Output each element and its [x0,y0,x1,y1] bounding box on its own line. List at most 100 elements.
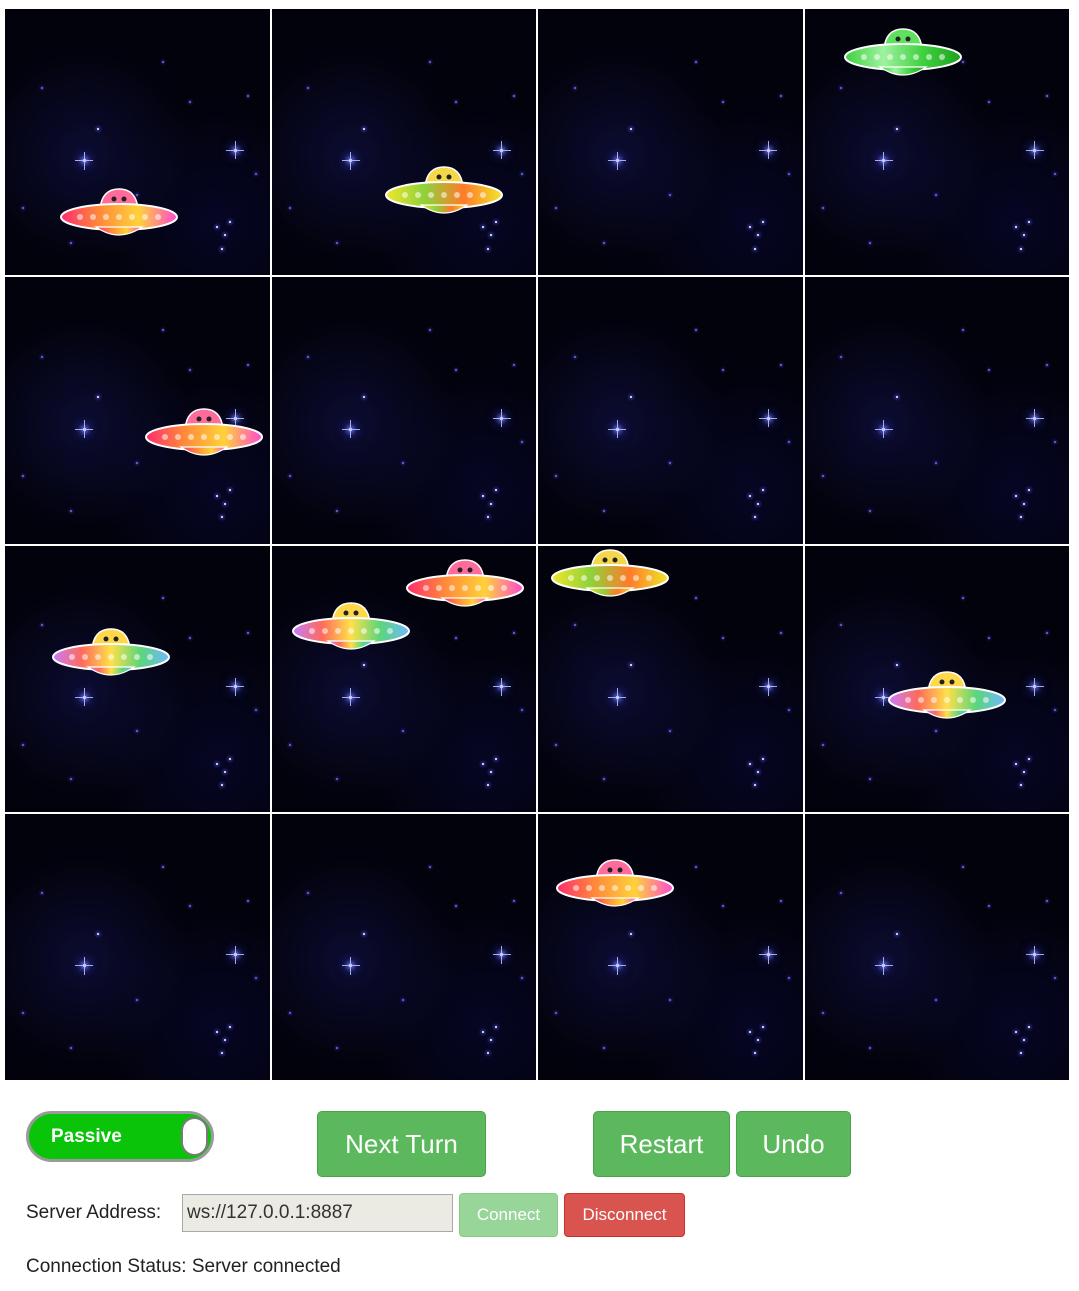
star [840,892,843,895]
board-cell[interactable] [5,9,270,276]
star [492,945,511,964]
board-cell[interactable] [271,813,536,1080]
connect-button[interactable]: Connect [459,1193,558,1237]
star [513,95,516,98]
star [695,329,698,331]
ufo-yellow-icon[interactable] [549,546,671,606]
ufo-yellow-icon[interactable] [383,163,505,223]
star [1046,363,1049,366]
star [487,247,490,250]
mode-toggle[interactable]: Passive [26,1111,214,1162]
star [188,368,191,371]
board-cell[interactable] [271,277,536,544]
star [1046,631,1049,634]
star [629,396,632,399]
undo-button[interactable]: Undo [736,1111,851,1177]
star [188,905,191,908]
star [482,762,485,765]
ufo-red-icon[interactable] [404,556,526,616]
disconnect-button[interactable]: Disconnect [564,1193,685,1237]
star [135,730,138,733]
star [753,784,756,787]
star [573,87,576,90]
board-cell[interactable] [804,813,1069,1080]
board-cell[interactable] [538,545,803,812]
star [521,440,524,443]
star [223,502,226,505]
star [223,1039,226,1042]
star [341,151,360,170]
star [521,977,524,980]
star [896,664,899,667]
star [608,420,627,438]
star [896,127,899,130]
star [1046,900,1049,903]
star [555,1011,557,1014]
star [428,865,431,868]
star [228,757,231,760]
board-cell[interactable] [538,813,803,1080]
star [288,207,291,210]
star [668,462,671,465]
star [341,956,360,975]
star [336,778,339,781]
board-cell[interactable] [538,277,803,544]
star [756,234,759,237]
star [1023,234,1026,237]
board-cell[interactable] [804,277,1069,544]
star [223,234,226,237]
star [1023,502,1026,505]
restart-button[interactable]: Restart [593,1111,730,1177]
board-cell[interactable] [5,545,270,812]
server-address-input[interactable] [182,1194,453,1232]
star [487,515,490,518]
board-cell[interactable] [804,9,1069,276]
ufo-red-icon[interactable] [58,185,180,245]
ufo-rainbow-icon[interactable] [50,625,172,685]
star [1028,489,1031,492]
star [336,241,339,244]
star [402,730,405,733]
next-turn-button[interactable]: Next Turn [317,1111,486,1177]
star [513,363,516,366]
board-cell[interactable] [271,545,536,812]
star [1046,95,1049,98]
star [336,1046,339,1049]
star [779,631,782,634]
star [254,172,257,175]
star [288,475,291,478]
star [1015,226,1018,229]
board-cell[interactable] [271,9,536,276]
ufo-red-icon[interactable] [143,405,265,465]
board-cell[interactable] [804,545,1069,812]
star [787,440,790,443]
connection-status-label: Connection Status: [26,1256,187,1277]
star [307,87,310,90]
star [779,363,782,366]
star [756,770,759,773]
star [1015,494,1018,497]
ufo-rainbow-icon[interactable] [886,668,1008,728]
star [521,709,524,712]
board-cell[interactable] [5,277,270,544]
toggle-knob[interactable] [181,1117,208,1156]
star [935,193,938,196]
ufo-green-icon[interactable] [842,25,964,85]
star [162,597,165,600]
star [492,141,511,160]
board-cell[interactable] [5,813,270,1080]
star [896,396,899,399]
board-cell[interactable] [538,9,803,276]
star [935,730,938,733]
star [363,932,366,935]
star [492,677,511,696]
star [874,688,893,707]
star [1054,709,1057,712]
ufo-rainbow-icon[interactable] [290,599,412,659]
star [1028,757,1031,760]
star [779,900,782,903]
star [135,462,138,465]
star [188,637,191,640]
ufo-red-icon[interactable] [554,856,676,916]
star [455,905,458,908]
